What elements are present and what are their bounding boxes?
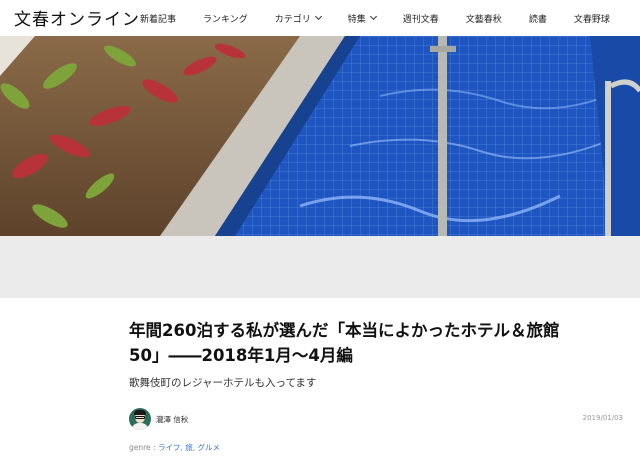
nav-item-ranking[interactable]: ランキング xyxy=(203,12,248,25)
nav-label: 読書 xyxy=(528,14,547,25)
nav-label: カテゴリ xyxy=(274,14,311,25)
avatar-body xyxy=(131,423,149,430)
chevron-down-icon xyxy=(314,12,322,21)
author-avatar[interactable] xyxy=(129,408,151,430)
site-header: 文春オンライン 新着記事 ランキング カテゴリ 特集 週刊文春 文藝春秋 読書 … xyxy=(0,0,640,36)
genre-link-travel[interactable]: 旅 xyxy=(185,443,193,452)
article-title: 年間260泊する私が選んだ「本当によかったホテル＆旅館 50」――2018年1月… xyxy=(129,318,609,368)
author-row: 瀧澤 信秋 2019/01/03 xyxy=(129,408,623,430)
publish-date: 2019/01/03 xyxy=(582,414,623,422)
nav-label: 文春野球 xyxy=(573,14,610,25)
ad-placeholder-band xyxy=(0,236,640,298)
nav-label: 特集 xyxy=(347,14,366,25)
pool-photo xyxy=(0,36,640,236)
genre-label: genre : xyxy=(129,443,158,452)
avatar-hair xyxy=(134,410,146,415)
hero-image xyxy=(0,36,640,236)
nav-label: 新着記事 xyxy=(140,14,177,25)
title-line-1: 年間260泊する私が選んだ「本当によかったホテル＆旅館 xyxy=(129,321,560,340)
nav-item-category[interactable]: カテゴリ xyxy=(274,12,322,25)
article-subtitle: 歌舞伎町のレジャーホテルも入ってます xyxy=(129,377,317,389)
nav-item-features[interactable]: 特集 xyxy=(347,12,377,25)
nav-item-books[interactable]: 読書 xyxy=(529,12,547,25)
genre-line: genre : ライフ, 旅, グルメ xyxy=(129,442,220,453)
author-name[interactable]: 瀧澤 信秋 xyxy=(156,414,188,425)
nav-label: 週刊文春 xyxy=(402,14,439,25)
nav-item-shukan-bunshun[interactable]: 週刊文春 xyxy=(403,12,439,25)
main-nav: 新着記事 ランキング カテゴリ 特集 週刊文春 文藝春秋 読書 文春野球 xyxy=(140,0,637,36)
nav-item-bungeishunju[interactable]: 文藝春秋 xyxy=(466,12,502,25)
chevron-down-icon xyxy=(369,12,377,21)
genre-link-gourmet[interactable]: グルメ xyxy=(198,443,221,452)
genre-link-life[interactable]: ライフ xyxy=(158,443,181,452)
nav-item-baseball[interactable]: 文春野球 xyxy=(574,12,610,25)
avatar-glasses xyxy=(135,416,145,419)
nav-label: ランキング xyxy=(203,14,248,25)
title-line-2: 50」――2018年1月～4月編 xyxy=(129,346,353,365)
nav-item-new[interactable]: 新着記事 xyxy=(140,12,176,25)
nav-label: 文藝春秋 xyxy=(465,14,502,25)
site-logo[interactable]: 文春オンライン xyxy=(14,5,140,30)
